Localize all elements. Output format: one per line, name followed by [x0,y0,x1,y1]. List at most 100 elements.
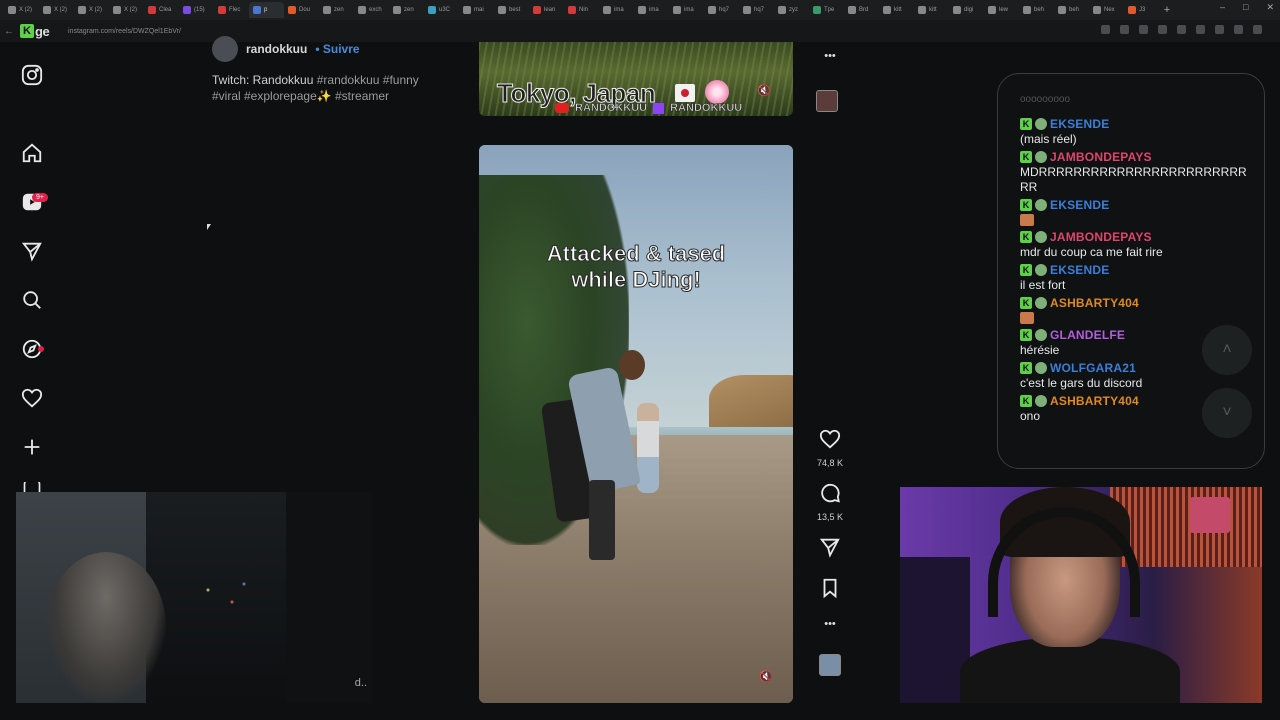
chat-message-text: (mais réel) [1020,132,1077,146]
previous-reel-video[interactable]: Tokyo, Japan RANDOKKUU RANDOKKUU 🔇 [479,42,793,116]
browser-tab[interactable]: zen [319,2,354,18]
audio-thumbnail[interactable] [816,90,838,112]
browser-tab[interactable]: lean [529,2,564,18]
more-options-icon[interactable]: ••• [816,50,844,62]
browser-tab[interactable]: Dou [284,2,319,18]
tab-label: u3C [439,7,451,13]
bookmark-icon[interactable] [819,577,841,604]
browser-tab[interactable]: J3 [1124,2,1159,18]
bookmark-star-icon[interactable] [1139,25,1148,34]
download-icon[interactable] [1215,25,1224,34]
browser-tab[interactable]: best [494,2,529,18]
more-options-icon[interactable]: ••• [824,618,836,630]
kick-badge-icon: K [1020,151,1032,163]
like-heart-icon[interactable] [819,428,841,455]
search-icon[interactable] [20,288,44,312]
scroll-up-button[interactable]: ˄ [1202,325,1252,375]
browser-tab[interactable]: Tpe [809,2,844,18]
notification-dot [38,346,44,352]
back-icon[interactable]: ← [0,26,18,37]
instagram-logo-icon[interactable] [20,63,44,87]
extension-icon[interactable] [1196,25,1205,34]
url-field[interactable]: instagram.com/reels/DWZQel1EbVr/ [68,28,181,35]
mute-icon[interactable]: 🔇 [759,670,773,683]
browser-tab[interactable]: X (2) [109,2,144,18]
notifications-heart-icon[interactable] [20,386,44,410]
profile-icon[interactable] [1234,25,1243,34]
subscriber-badge-icon [1035,231,1047,243]
tab-label: zen [404,7,414,13]
close-window-button[interactable]: ✕ [1266,2,1274,13]
chat-username[interactable]: JAMBONDEPAYS [1050,150,1152,164]
messages-icon[interactable] [20,239,44,263]
chat-message: K EKSENDE il est fort [1020,262,1250,293]
browser-tab[interactable]: Nin [564,2,599,18]
browser-tab[interactable]: kitt [879,2,914,18]
extension-icon[interactable] [1158,25,1167,34]
tab-label: lew [999,7,1009,13]
tab-favicon-icon [708,6,716,14]
tab-label: Tpe [824,7,835,13]
audio-thumbnail[interactable] [819,654,841,676]
menu-icon[interactable] [1253,25,1262,34]
browser-tab[interactable]: Clea [144,2,179,18]
browser-tab[interactable]: X (2) [39,2,74,18]
browser-tab[interactable]: hq7 [739,2,774,18]
browser-tab[interactable]: (15) [179,2,214,18]
chat-username[interactable]: WOLFGARA21 [1050,361,1136,375]
browser-tab[interactable]: u3C [424,2,459,18]
browser-tab[interactable]: beh [1054,2,1089,18]
tab-label: (15) [194,7,205,13]
chat-username[interactable]: JAMBONDEPAYS [1050,230,1152,244]
browser-tab[interactable]: kitt [914,2,949,18]
browser-tab[interactable]: Flec [214,2,249,18]
share-icon[interactable] [819,536,841,563]
mute-icon[interactable]: 🔇 [757,84,771,97]
extension-icon[interactable] [1101,25,1110,34]
chat-username[interactable]: EKSENDE [1050,117,1109,131]
browser-tab[interactable]: hq7 [704,2,739,18]
chat-message-text: mdr du coup ca me fait rire [1020,245,1163,259]
chat-username[interactable]: ASHBARTY404 [1050,296,1139,310]
reel-title-line-1: Attacked & tased [546,241,726,267]
browser-tab[interactable]: ima [634,2,669,18]
browser-tab[interactable]: zyz [774,2,809,18]
extension-icon[interactable] [1177,25,1186,34]
browser-tab[interactable]: Nex [1089,2,1124,18]
kick-badge-icon: K [1020,118,1032,130]
browser-tab[interactable]: digi [949,2,984,18]
browser-tab[interactable]: mai [459,2,494,18]
browser-tab[interactable]: ima [669,2,704,18]
maximize-button[interactable]: □ [1243,2,1248,13]
chat-message: K ASHBARTY404 [1020,295,1250,324]
chat-username[interactable]: GLANDELFE [1050,328,1125,342]
browser-tab[interactable]: zen [389,2,424,18]
chat-username[interactable]: ASHBARTY404 [1050,394,1139,408]
browser-tab[interactable]: X (2) [4,2,39,18]
chat-message: K EKSENDE (mais réel) [1020,116,1250,147]
tab-label: X (2) [54,7,68,13]
browser-tab[interactable]: lew [984,2,1019,18]
chat-username[interactable]: EKSENDE [1050,263,1109,277]
post-username[interactable]: randokkuu [246,42,307,56]
browser-tab[interactable]: X (2) [74,2,109,18]
browser-tab[interactable]: ima [599,2,634,18]
reel-video[interactable]: Attacked & tased while DJing! 🔇 [479,145,793,703]
comment-icon[interactable] [819,482,841,509]
browser-tab[interactable]: p [249,2,284,18]
avatar[interactable] [212,36,238,62]
browser-tab[interactable]: exch [354,2,389,18]
zoom-icon[interactable] [1120,25,1129,34]
kick-badge-icon: K [1020,231,1032,243]
tab-favicon-icon [498,6,506,14]
chat-message-header: K EKSENDE [1020,197,1250,213]
follow-button[interactable]: • Suivre [315,42,359,56]
home-icon[interactable] [20,141,44,165]
scroll-down-button[interactable]: ˅ [1202,388,1252,438]
browser-tab[interactable]: beh [1019,2,1054,18]
minimize-button[interactable]: – [1220,2,1225,13]
new-tab-button[interactable]: + [1159,4,1175,16]
chat-username[interactable]: EKSENDE [1050,198,1109,212]
create-plus-icon[interactable] [20,435,44,459]
browser-tab[interactable]: Brd [844,2,879,18]
